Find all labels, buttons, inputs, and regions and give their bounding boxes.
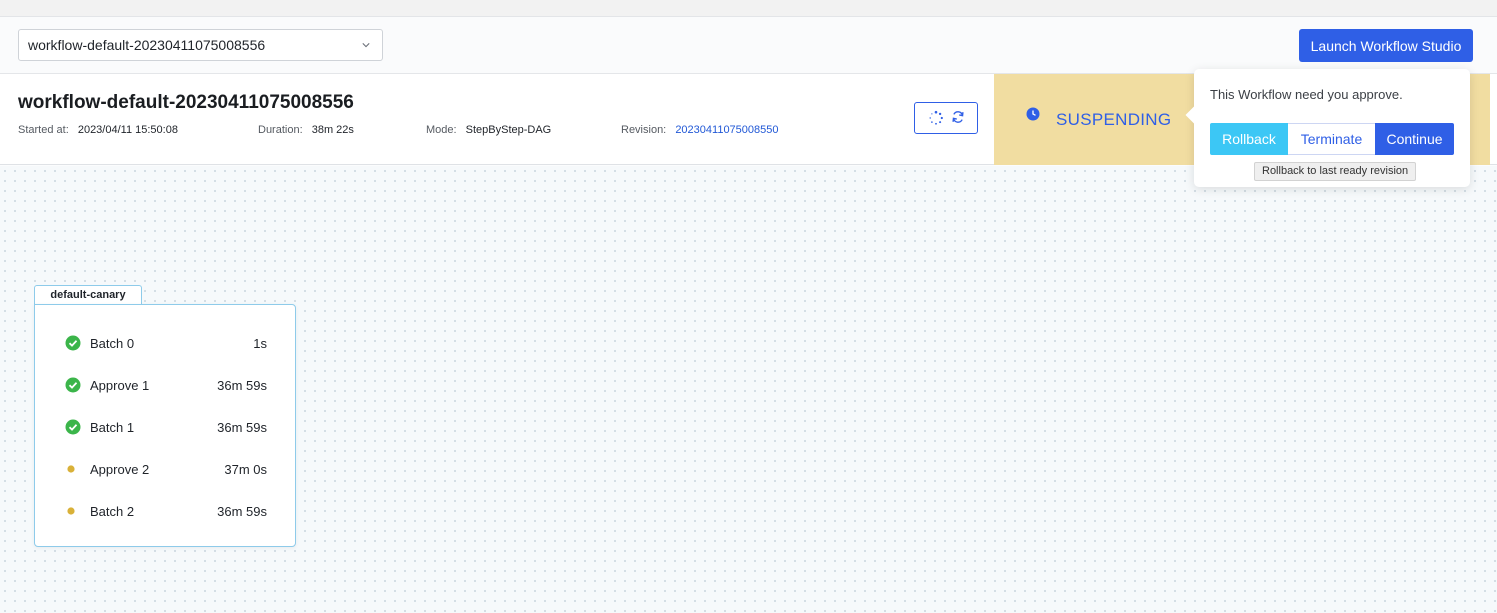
step-name: Batch 1 [90,420,135,435]
check-circle-icon [65,419,81,435]
workflow-select[interactable]: workflow-default-20230411075008556 [18,29,383,61]
duration: Duration: 38m 22s [258,124,354,136]
page-title: workflow-default-20230411075008556 [18,92,354,113]
step-group-title: default-canary [34,285,142,305]
loading-spinner-icon [929,110,943,125]
step-name: Approve 2 [90,462,150,477]
duration-value: 38m 22s [311,124,354,136]
revision-link[interactable]: 20230411075008550 [675,124,778,136]
started-at-value: 2023/04/11 15:50:08 [77,124,178,136]
top-bar: workflow-default-20230411075008556 Launc… [0,17,1497,74]
step-group-card: Batch 0 1s Approve 1 36m 59s Batch 1 36m… [34,304,296,547]
continue-button[interactable]: Continue [1375,123,1454,155]
launch-workflow-studio-button[interactable]: Launch Workflow Studio [1299,29,1473,62]
revision-label: Revision: [621,124,667,136]
step-duration: 37m 0s [224,462,267,477]
step-name: Batch 0 [90,336,135,351]
list-item[interactable]: Batch 2 36m 59s [65,501,267,521]
terminate-button[interactable]: Terminate [1288,123,1375,155]
step-duration: 36m 59s [217,378,267,393]
list-item[interactable]: Approve 2 37m 0s [65,459,267,479]
started-at: Started at: 2023/04/11 15:50:08 [18,124,178,136]
started-at-label: Started at: [18,124,69,136]
workflow-select-value: workflow-default-20230411075008556 [28,37,266,53]
pending-dot-icon [67,465,75,473]
step-duration: 1s [253,336,267,351]
step-duration: 36m 59s [217,504,267,519]
status-badge: SUSPENDING [1056,110,1172,129]
list-item[interactable]: Approve 1 36m 59s [65,375,267,395]
revision: Revision: 20230411075008550 [621,124,779,136]
check-circle-icon [65,377,81,393]
mode-value: StepByStep-DAG [465,124,552,136]
step-name: Approve 1 [90,378,150,393]
pending-dot-icon [67,507,75,515]
list-item[interactable]: Batch 1 36m 59s [65,417,267,437]
refresh-button[interactable] [914,102,978,134]
mode: Mode: StepByStep-DAG [426,124,551,136]
popover-message: This Workflow need you approve. [1210,87,1403,102]
workflow-graph-canvas[interactable]: default-canary Batch 0 1s Approve 1 36m … [0,166,1497,613]
mode-label: Mode: [426,124,457,136]
rollback-tooltip: Rollback to last ready revision [1254,162,1417,181]
step-duration: 36m 59s [217,420,267,435]
list-item[interactable]: Batch 0 1s [65,333,267,353]
popover-actions: Rollback Terminate Continue [1210,123,1454,155]
workflow-view: workflow-default-20230411075008556 Launc… [0,16,1497,613]
refresh-icon [952,111,964,123]
duration-label: Duration: [258,124,303,136]
check-circle-icon [65,335,81,351]
chevron-down-icon [362,43,370,48]
step-name: Batch 2 [90,504,135,519]
rollback-button[interactable]: Rollback [1210,123,1288,155]
clock-icon [1026,107,1040,121]
